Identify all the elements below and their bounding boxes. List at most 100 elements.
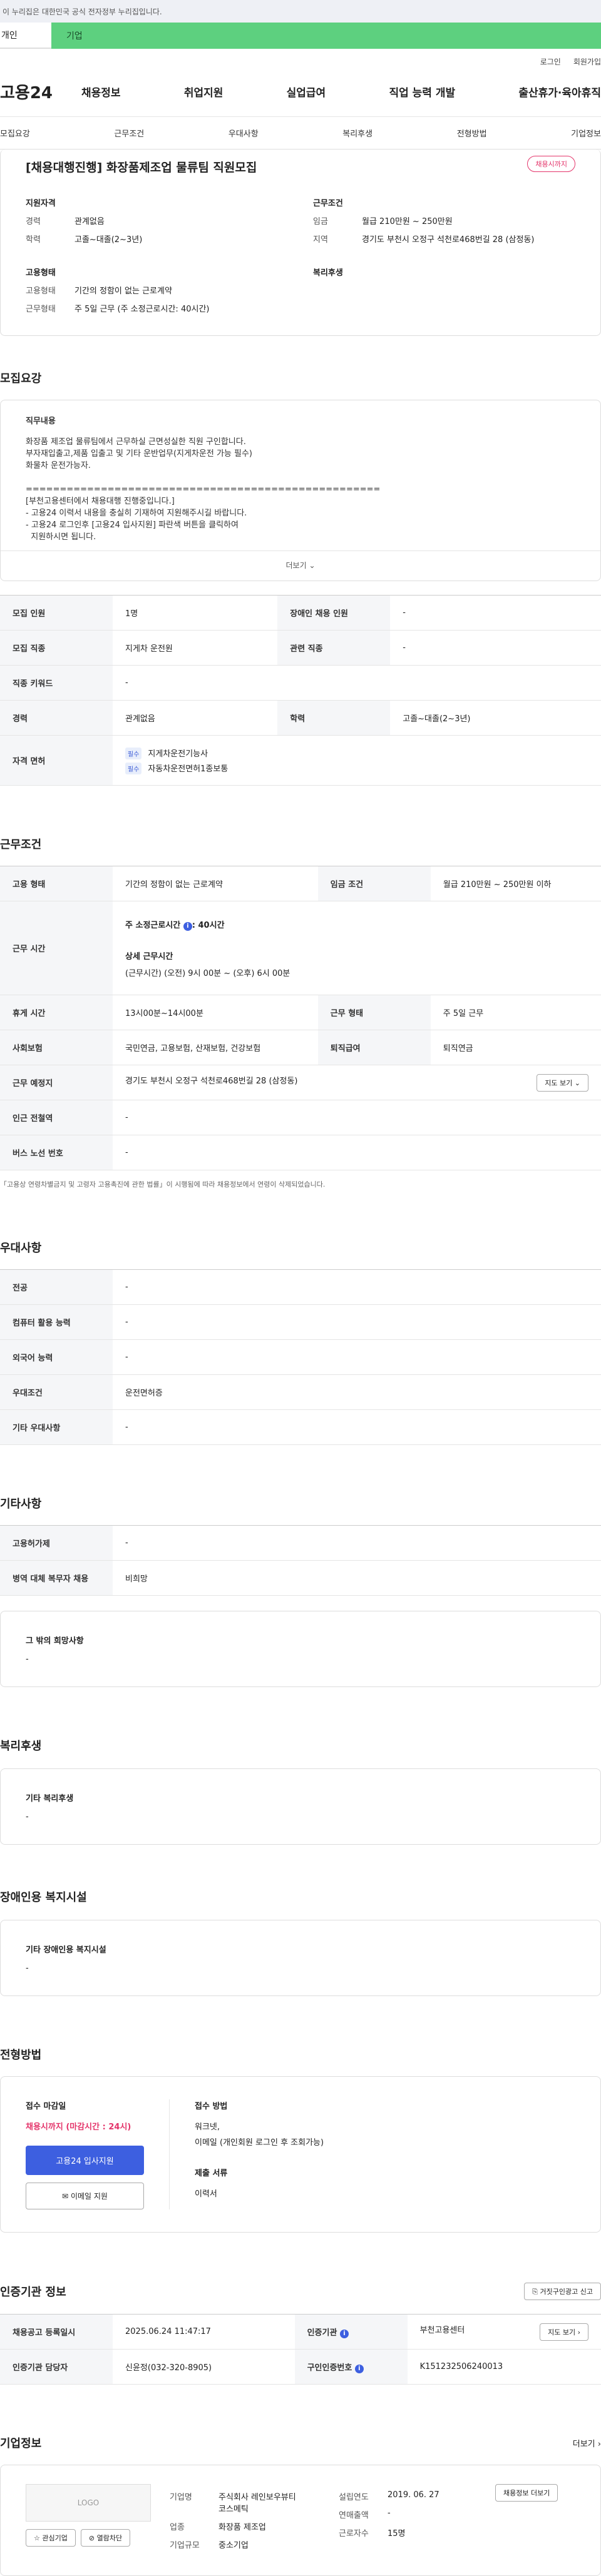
box-label: 그 밖의 희망사항	[26, 1636, 84, 1646]
cell: 경기도 부천시 오정구 석천로468번길 28 (삼정동) 지도 보기 ⌄	[113, 1065, 601, 1100]
method-label: 접수 방법	[195, 2102, 228, 2111]
cell-head: 모집 인원	[0, 595, 113, 631]
info-icon[interactable]: i	[339, 2329, 349, 2338]
desc-line: [부천고용센터에서 채용대행 진행중입니다.]	[26, 497, 175, 506]
welfare-section-heading: 복리후생	[0, 1740, 42, 1753]
cell: -	[113, 1525, 601, 1561]
table-row: 고용허가제 -	[0, 1525, 601, 1561]
cert-header: 인증기관 정보 ⎘ 거짓구인광고 신고	[0, 2283, 601, 2300]
kv-key: 근로자수	[339, 2529, 369, 2538]
kv-value: 중소기업	[218, 2541, 249, 2550]
cert-view-button[interactable]: 지도 보기 ›	[540, 2323, 588, 2341]
tab-personal[interactable]: 개인	[0, 23, 51, 49]
kv-value: 월급 210만원 ~ 250만원	[362, 217, 453, 226]
gnb-leave[interactable]: 출산휴가·육아휴직	[518, 84, 601, 99]
tab-recruit[interactable]: 모집요강	[0, 127, 30, 139]
apply-button[interactable]: 고용24 입사지원	[26, 2146, 144, 2175]
section-tabs: 모집요강 근무조건 우대사항 복리후생 전형방법 기업정보	[0, 117, 601, 150]
gnb-benefit[interactable]: 실업급여	[287, 84, 326, 99]
table-row: 모집 직종 지게차 운전원 관련 직종 -	[0, 630, 601, 666]
tab-company[interactable]: 기업정보	[571, 127, 601, 139]
kv-value: -	[388, 2508, 391, 2518]
box-label: 기타 장애인용 복지시설	[26, 1945, 106, 1955]
cell: 국민연금, 고용보험, 산재보험, 건강보험	[113, 1030, 318, 1065]
table-row: 인근 전철역 -	[0, 1100, 601, 1135]
company-logo: LOGO	[26, 2484, 151, 2522]
deadline-value: 채용시까지 (마감시간 : 24시)	[26, 2122, 131, 2132]
desc-line: 화장품 제조업 물류팀에서 근무하실 근면성실한 직원 구인합니다.	[26, 437, 246, 447]
cell-head: 근무 시간	[0, 901, 113, 995]
report-icon: ⎘	[532, 2288, 538, 2296]
kv-value: 화장품 제조업	[218, 2523, 266, 2532]
tab-company[interactable]: 기업	[51, 23, 601, 49]
cell: 주 5일 근무	[430, 995, 601, 1030]
etc-heading: 기타사항	[0, 1498, 42, 1511]
tab-welfare[interactable]: 복리후생	[342, 127, 372, 139]
etc-table: 고용허가제 - 병역 대체 복무자 채용 비희망	[0, 1525, 601, 1596]
method-line: 이메일 (개인회원 로그인 후 조회가능)	[195, 2138, 324, 2148]
email-apply-button[interactable]: ✉ 이메일 지원	[26, 2183, 144, 2209]
deadline-label: 접수 마감일	[26, 2102, 66, 2111]
pref-heading: 우대사항	[0, 1242, 42, 1255]
gnb-support[interactable]: 취업지원	[184, 84, 223, 99]
login-link[interactable]: 로그인	[540, 56, 561, 67]
gnb-training[interactable]: 직업 능력 개발	[389, 84, 455, 99]
chevron-down-icon: ⌄	[309, 561, 316, 570]
welfare-heading: 복리후생	[313, 268, 343, 278]
kv-key: 기업명	[170, 2493, 192, 2502]
kv-key: 지역	[313, 235, 328, 245]
kv-key: 고용형태	[26, 287, 56, 296]
company-jobs-button[interactable]: 채용정보 더보기	[495, 2484, 558, 2502]
cell-head: 사회보험	[0, 1030, 113, 1065]
cell-head: 인증기관 i	[294, 2314, 408, 2350]
tab-work[interactable]: 근무조건	[114, 127, 144, 139]
box-value: -	[26, 1655, 29, 1664]
apply-box: 접수 마감일 채용시까지 (마감시간 : 24시) 고용24 입사지원 ✉ 이메…	[0, 2076, 601, 2233]
favorite-button[interactable]: ☆ 관심기업	[26, 2529, 76, 2547]
work-time-value: 40시간	[198, 920, 225, 930]
tab-pref[interactable]: 우대사항	[229, 127, 259, 139]
signup-link[interactable]: 회원가입	[573, 56, 601, 67]
info-icon[interactable]: i	[354, 2364, 364, 2373]
cell-head: 근무 예정지	[0, 1065, 113, 1100]
kv-key: 경력	[26, 217, 41, 226]
cert-table: 채용공고 등록일시 2025.06.24 11:47:17 인증기관 i 부천고용센터…	[0, 2314, 601, 2385]
box-label: 기타 복리후생	[26, 1794, 74, 1803]
cell-head: 인근 전철역	[0, 1100, 113, 1135]
block-icon: ⊘	[88, 2534, 95, 2542]
desc-line: - 고용24 로그인후 [고용24 입사지원] 파란색 버튼을 클릭하여	[26, 520, 239, 530]
license-item: 지게차운전기능사	[148, 749, 208, 759]
cell-head: 경력	[0, 700, 113, 736]
map-button[interactable]: 지도 보기 ⌄	[537, 1073, 588, 1092]
block-button[interactable]: ⊘ 열람차단	[80, 2529, 131, 2547]
welfare-box: 기타 복리후생 -	[0, 1768, 601, 1845]
cell-head: 장애인 채용 인원	[277, 595, 391, 631]
cell: 부천고용센터 지도 보기 ›	[407, 2314, 601, 2350]
docs-value: 이력서	[195, 2189, 217, 2199]
global-nav: 고용24 채용정보 취업지원 실업급여 직업 능력 개발 출산휴가·육아휴직	[0, 67, 601, 117]
info-icon[interactable]: i	[183, 921, 192, 931]
table-row: 자격 면허 필수 지게차운전기능사 필수 자동차운전면허1종보통	[0, 735, 601, 786]
tab-process[interactable]: 전형방법	[457, 127, 487, 139]
site-logo[interactable]: 고용24	[0, 80, 81, 103]
process-heading: 전형방법	[0, 2049, 42, 2062]
table-row: 전공 -	[0, 1269, 601, 1305]
cell: 1명	[113, 595, 278, 631]
pref-table: 전공 - 컴퓨터 활용 능력 - 외국어 능력 - 우대조건 운전면허증 기타 우대사항…	[0, 1269, 601, 1445]
cell-head: 관련 직종	[277, 630, 391, 666]
company-more-link[interactable]: 더보기 ›	[573, 2437, 601, 2449]
kv-value: 고졸~대졸(2~3년)	[74, 235, 143, 245]
recruit-table: 모집 인원 1명 장애인 채용 인원 - 모집 직종 지게차 운전원 관련 직종 - 직종 …	[0, 595, 601, 786]
gov-banner: 이 누리집은 대한민국 공식 전자정부 누리집입니다.	[0, 0, 601, 23]
report-button[interactable]: ⎘ 거짓구인광고 신고	[524, 2283, 601, 2300]
cell-head: 휴게 시간	[0, 995, 113, 1030]
more-button[interactable]: 더보기 ⌄	[1, 550, 600, 581]
gnb-jobs[interactable]: 채용정보	[81, 84, 121, 99]
cell: 2025.06.24 11:47:17	[113, 2314, 295, 2350]
kv-key: 학력	[26, 235, 41, 245]
cert-heading: 인증기관 정보	[0, 2286, 66, 2299]
cond-heading: 근무조건	[313, 199, 343, 208]
cell: 운전면허증	[113, 1374, 601, 1410]
star-icon: ☆	[34, 2534, 40, 2542]
cell-head: 임금 조건	[317, 866, 431, 901]
